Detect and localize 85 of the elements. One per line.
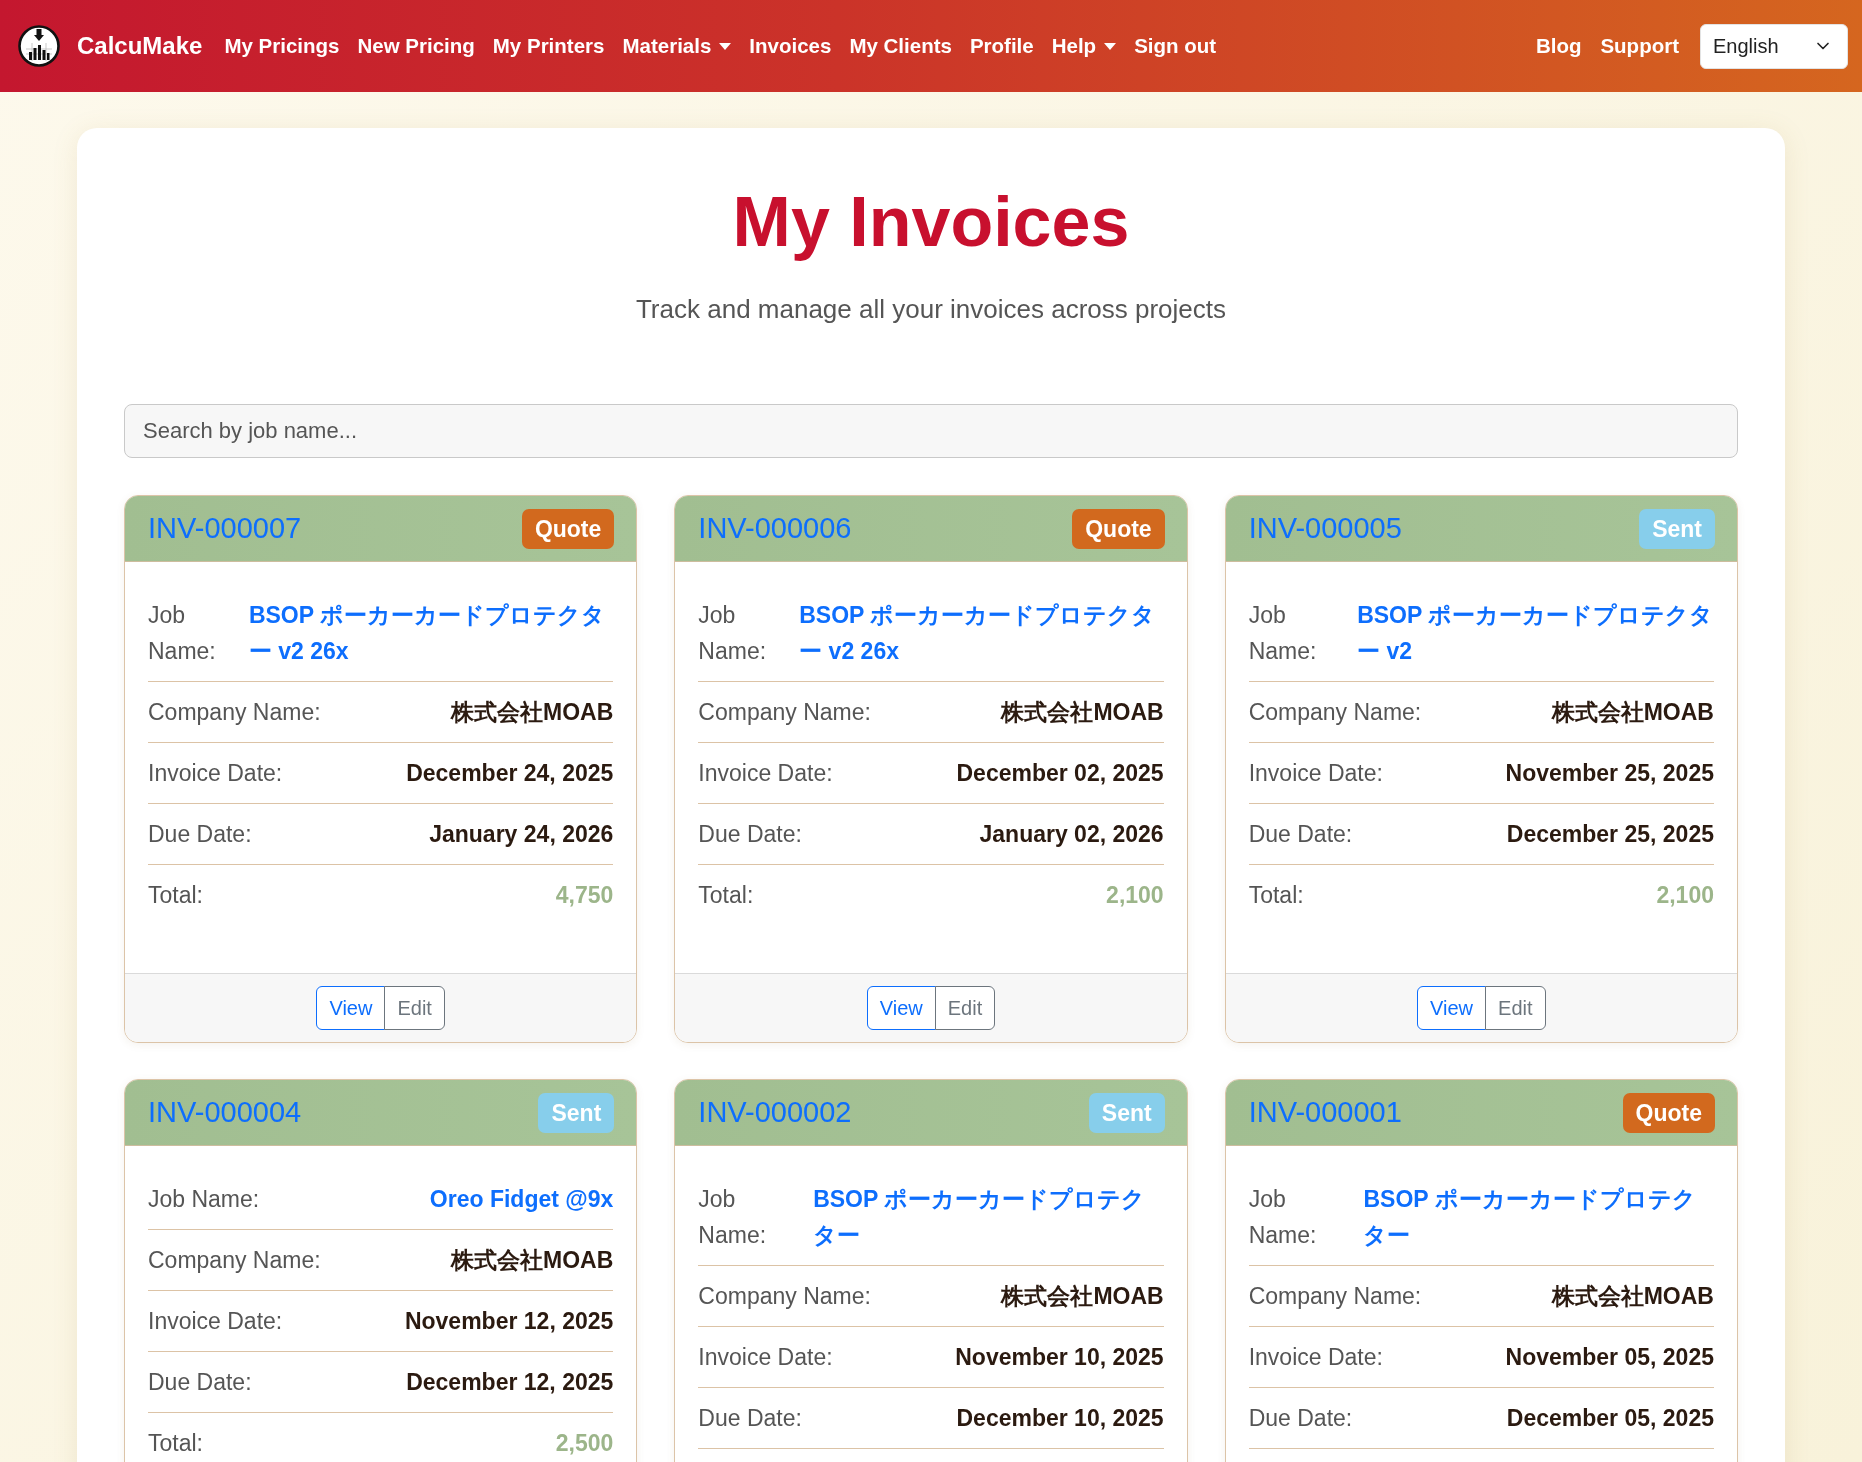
status-badge: Sent: [1088, 1092, 1165, 1133]
field-label: Company Name:: [148, 698, 321, 727]
field-value: November 10, 2025: [955, 1343, 1164, 1372]
field-label: Invoice Date:: [148, 759, 283, 788]
field-value: December 05, 2025: [1506, 1404, 1714, 1433]
field-value: December 10, 2025: [956, 1404, 1164, 1433]
field-value: November 25, 2025: [1505, 759, 1714, 788]
field-label: Total:: [148, 881, 203, 910]
job-name-link[interactable]: BSOP ポーカーカードプロテクター v2 26x: [248, 597, 614, 669]
field-label: Job Name:: [698, 601, 768, 666]
field-label: Job Name:: [1248, 1185, 1318, 1250]
field-value: 株式会社MOAB: [451, 698, 614, 727]
field-value: 株式会社MOAB: [1001, 698, 1164, 727]
field-value: December 24, 2025: [406, 759, 614, 788]
job-name-link[interactable]: BSOP ポーカーカードプロテクター v2: [1357, 597, 1714, 669]
job-name-link[interactable]: Oreo Fidget @9x: [429, 1181, 614, 1217]
view-button[interactable]: View: [1417, 986, 1487, 1030]
view-button[interactable]: View: [316, 986, 386, 1030]
edit-button[interactable]: Edit: [384, 986, 445, 1030]
field-label: Company Name:: [148, 1246, 321, 1275]
nav-link[interactable]: Profile: [969, 34, 1034, 58]
page-title: My Invoices: [731, 182, 1131, 263]
field-value: 株式会社MOAB: [1551, 698, 1714, 727]
field-value: 株式会社MOAB: [1001, 1282, 1164, 1311]
field-label: Due Date:: [1248, 1404, 1353, 1433]
language-select[interactable]: English: [1700, 23, 1848, 69]
field-value: 株式会社MOAB: [1551, 1282, 1714, 1311]
nav-link[interactable]: Invoices: [749, 34, 832, 58]
job-name-link[interactable]: BSOP ポーカーカードプロテクター: [1363, 1181, 1714, 1253]
field-label: Company Name:: [1248, 1282, 1422, 1311]
field-label: Total:: [698, 881, 754, 910]
field-value: November 12, 2025: [404, 1307, 614, 1336]
field-value: November 05, 2025: [1505, 1343, 1714, 1372]
nav-link[interactable]: My Printers: [492, 34, 605, 58]
field-label: Total:: [148, 1429, 203, 1458]
field-label: Company Name:: [1248, 698, 1422, 727]
field-label: Job Name:: [148, 601, 217, 666]
nav-link[interactable]: Blog: [1535, 34, 1582, 58]
brand-link[interactable]: CalcuMake: [18, 25, 203, 67]
field-value: December 25, 2025: [1506, 820, 1714, 849]
page-subtitle: Track and manage all your invoices across projects: [634, 293, 1228, 326]
job-name-link[interactable]: BSOP ポーカーカードプロテクター: [813, 1181, 1164, 1253]
total-amount: 2,100: [1656, 881, 1714, 910]
nav-link[interactable]: My Pricings: [224, 34, 340, 58]
status-badge: Sent: [1639, 508, 1715, 549]
job-name-link[interactable]: BSOP ポーカーカードプロテクター v2 26x: [799, 597, 1164, 669]
field-label: Job Name:: [148, 1185, 260, 1214]
field-label: Due Date:: [698, 1404, 802, 1433]
search-field[interactable]: Search by job name...: [124, 404, 1738, 458]
status-badge: Quote: [1072, 508, 1165, 549]
total-amount: 2,100: [1106, 881, 1164, 910]
field-value: 株式会社MOAB: [451, 1246, 614, 1275]
field-label: Due Date:: [148, 820, 252, 849]
field-value: December 12, 2025: [406, 1368, 614, 1397]
nav-link[interactable]: Sign out: [1134, 34, 1217, 58]
field-label: Company Name:: [698, 698, 871, 727]
total-amount: 2,500: [555, 1429, 614, 1458]
field-label: Due Date:: [148, 1368, 252, 1397]
nav-link[interactable]: Support: [1600, 34, 1679, 58]
status-badge: Sent: [538, 1092, 615, 1133]
edit-button[interactable]: Edit: [934, 986, 996, 1030]
nav-link[interactable]: Help: [1051, 34, 1117, 58]
view-button[interactable]: View: [866, 986, 936, 1030]
field-label: Invoice Date:: [1248, 1343, 1383, 1372]
total-amount: 4,750: [555, 881, 614, 910]
field-label: Job Name:: [1248, 601, 1318, 666]
field-label: Total:: [1248, 881, 1304, 910]
field-label: Due Date:: [1248, 820, 1353, 849]
field-value: January 24, 2026: [429, 820, 614, 849]
status-badge: Quote: [521, 508, 615, 549]
status-badge: Quote: [1622, 1092, 1715, 1133]
nav-link[interactable]: New Pricing: [357, 34, 475, 58]
field-value: December 02, 2025: [956, 759, 1164, 788]
logo-icon: [18, 25, 60, 67]
edit-button[interactable]: Edit: [1485, 986, 1546, 1030]
field-label: Job Name:: [698, 1185, 768, 1250]
nav-link[interactable]: My Clients: [849, 34, 952, 58]
field-label: Due Date:: [698, 820, 802, 849]
field-label: Invoice Date:: [1248, 759, 1383, 788]
nav-link[interactable]: Materials: [622, 34, 732, 58]
field-label: Invoice Date:: [698, 759, 833, 788]
field-label: Invoice Date:: [698, 1343, 833, 1372]
field-value: January 02, 2026: [979, 820, 1164, 849]
field-label: Company Name:: [698, 1282, 871, 1311]
field-label: Invoice Date:: [148, 1307, 283, 1336]
